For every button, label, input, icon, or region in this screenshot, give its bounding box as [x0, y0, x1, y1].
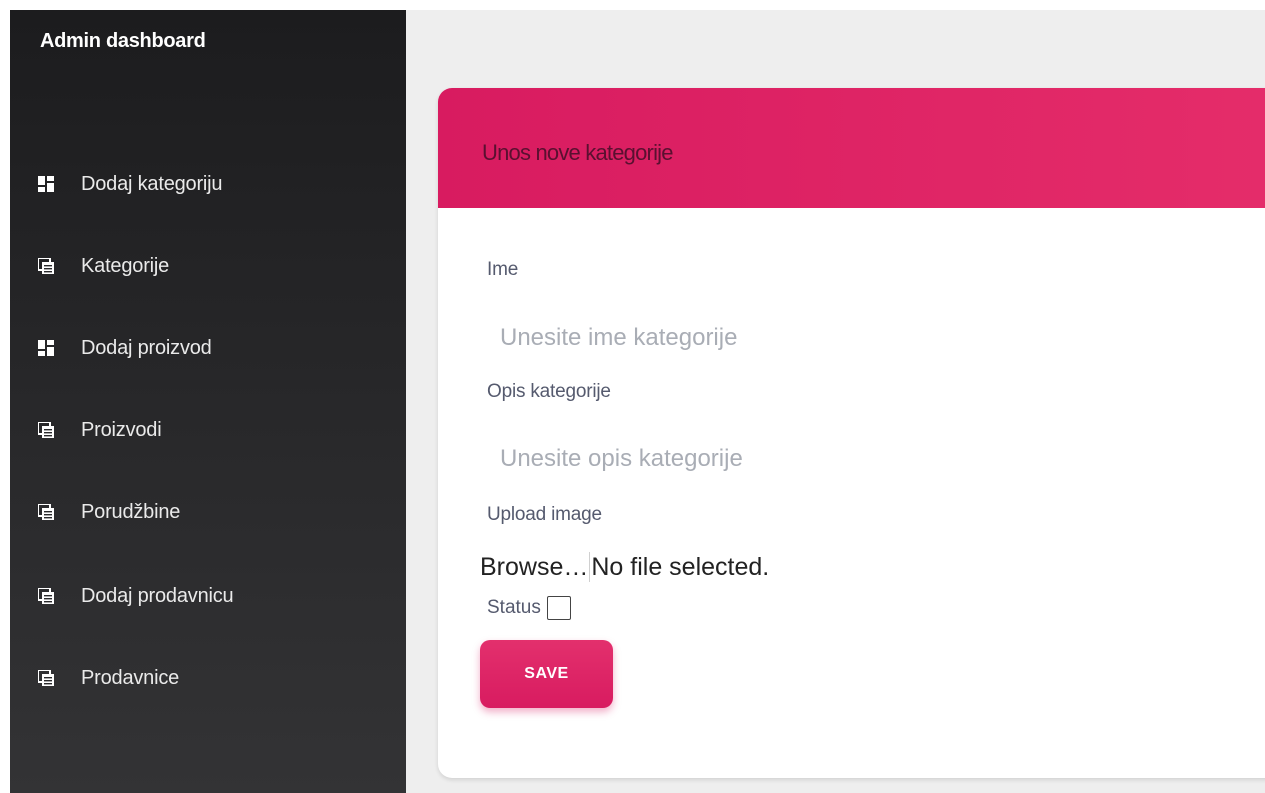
status-field: Status — [487, 596, 571, 620]
library-icon — [38, 422, 54, 438]
dashboard-icon — [38, 340, 54, 356]
browse-button[interactable]: Browse… — [480, 553, 588, 582]
dashboard-icon — [38, 176, 54, 192]
library-icon — [38, 504, 54, 520]
sidebar-item-label: Dodaj prodavnicu — [81, 584, 234, 607]
category-name-input[interactable] — [500, 322, 1100, 354]
sidebar-item-proizvodi[interactable]: Proizvodi — [38, 410, 378, 450]
upload-image-label: Upload image — [487, 504, 602, 525]
card-title: Unos nove kategorije — [482, 140, 673, 165]
sidebar-brand-title: Admin dashboard — [40, 30, 206, 52]
name-label: Ime — [487, 259, 519, 280]
sidebar-item-label: Kategorije — [81, 254, 170, 277]
library-icon — [38, 670, 54, 686]
sidebar-item-kategorije[interactable]: Kategorije — [38, 246, 378, 286]
sidebar-item-dodaj-prodavnicu[interactable]: Dodaj prodavnicu — [38, 576, 378, 616]
description-label: Opis kategorije — [487, 381, 611, 402]
sidebar: Admin dashboard Dodaj kategoriju Kategor… — [10, 10, 406, 793]
save-button[interactable]: SAVE — [480, 640, 613, 708]
sidebar-item-label: Porudžbine — [81, 500, 181, 523]
sidebar-item-dodaj-kategoriju[interactable]: Dodaj kategoriju — [38, 164, 378, 204]
file-input-divider — [589, 552, 591, 582]
sidebar-item-label: Proizvodi — [81, 418, 162, 441]
status-label: Status — [487, 597, 541, 618]
file-input: Browse… No file selected. — [480, 552, 769, 582]
sidebar-item-prodavnice[interactable]: Prodavnice — [38, 658, 378, 698]
category-description-input[interactable] — [500, 443, 1100, 475]
sidebar-item-porudzbine[interactable]: Porudžbine — [38, 492, 378, 532]
card-header: Unos nove kategorije — [438, 88, 1265, 208]
sidebar-item-dodaj-proizvod[interactable]: Dodaj proizvod — [38, 328, 378, 368]
library-icon — [38, 258, 54, 274]
file-status-text: No file selected. — [591, 552, 770, 581]
status-checkbox[interactable] — [546, 596, 571, 620]
sidebar-item-label: Dodaj proizvod — [81, 336, 212, 359]
sidebar-item-label: Prodavnice — [81, 666, 180, 689]
sidebar-item-label: Dodaj kategoriju — [81, 172, 223, 195]
library-icon — [38, 588, 54, 604]
